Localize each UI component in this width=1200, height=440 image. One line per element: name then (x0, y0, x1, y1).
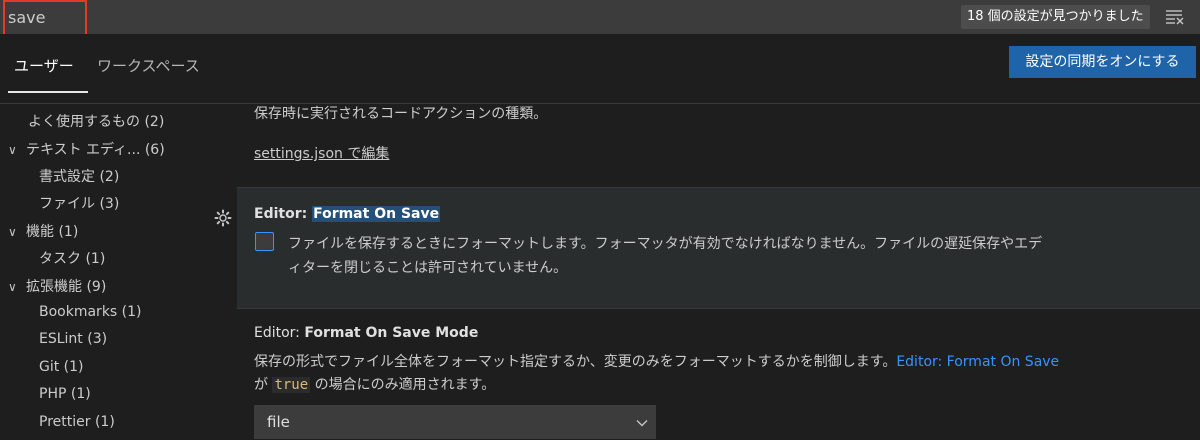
code-literal: true (272, 377, 311, 393)
active-tab-indicator (8, 91, 88, 93)
sidebar-item-label: 書式設定 (2) (39, 169, 120, 185)
sidebar-item-php[interactable]: PHP (1) (39, 386, 91, 402)
chevron-down-icon: ∨ (8, 225, 17, 239)
setting-description-line-1: ファイルを保存するときにフォーマットします。フォーマッタが有効でなければなりませ… (288, 236, 1043, 252)
setting-reference-link[interactable]: Editor: Format On Save (896, 354, 1059, 370)
sidebar-item-git[interactable]: Git (1) (39, 359, 84, 375)
chevron-down-icon: ∨ (8, 143, 17, 157)
settings-sync-button[interactable]: 設定の同期をオンにする (1009, 46, 1196, 78)
sidebar-item-text-editor[interactable]: ∨ テキスト エディ... (6) (8, 139, 165, 159)
chevron-down-icon (635, 415, 649, 429)
description-text: の場合にのみ適用されます。 (314, 377, 496, 393)
sidebar-item-eslint[interactable]: ESLint (3) (39, 331, 107, 347)
previous-setting-description: 保存時に実行されるコードアクションの種類。 (254, 106, 548, 122)
sidebar-item-label: タスク (1) (39, 251, 106, 267)
tab-workspace[interactable]: ワークスペース (97, 55, 200, 76)
setting-name: Format On Save Mode (304, 325, 479, 341)
setting-name-highlighted: Format On Save (312, 206, 441, 222)
sidebar-item-formatting[interactable]: 書式設定 (2) (39, 166, 119, 186)
gear-icon[interactable] (213, 208, 233, 228)
setting-description-line-1: 保存の形式でファイル全体をフォーマット指定するか、変更のみをフォーマットするかを… (254, 351, 1059, 371)
clear-filter-icon[interactable] (1162, 4, 1188, 30)
description-text: 保存の形式でファイル全体をフォーマット指定するか、変更のみをフォーマットするかを… (254, 354, 897, 370)
sidebar-item-label: 機能 (1) (26, 224, 79, 240)
sidebar-item-label: PHP (1) (39, 386, 91, 402)
sidebar-item-label: ファイル (3) (39, 196, 120, 212)
sidebar-item-commonly-used[interactable]: よく使用するもの (2) (28, 111, 164, 131)
tabs-divider (0, 103, 1200, 104)
sidebar-item-files[interactable]: ファイル (3) (39, 193, 119, 213)
sidebar-item-features[interactable]: ∨ 機能 (1) (8, 221, 78, 241)
sidebar-item-label: 拡張機能 (9) (26, 279, 107, 295)
sidebar-item-label: Bookmarks (1) (39, 304, 142, 320)
sidebar-item-label: Prettier (1) (39, 414, 115, 430)
sidebar-item-extensions[interactable]: ∨ 拡張機能 (9) (8, 276, 106, 296)
sidebar-item-label: ESLint (3) (39, 331, 108, 347)
tab-user[interactable]: ユーザー (14, 55, 74, 76)
sidebar-item-label: よく使用するもの (2) (28, 114, 165, 130)
setting-description-line-2: ィターを閉じることは許可されていません。 (288, 260, 568, 276)
description-text: が (254, 377, 268, 393)
edit-in-settings-json-link[interactable]: settings.json で編集 (254, 143, 389, 163)
dropdown-selected-value: file (267, 413, 290, 431)
sidebar-item-bookmarks[interactable]: Bookmarks (1) (39, 304, 142, 320)
sidebar-item-label: Git (1) (39, 359, 84, 375)
setting-description-line-2: が true の場合にのみ適用されます。 (254, 374, 495, 394)
sidebar-item-prettier[interactable]: Prettier (1) (39, 414, 115, 430)
result-count-badge: 18 個の設定が見つかりました (961, 5, 1150, 29)
chevron-down-icon: ∨ (8, 280, 17, 294)
setting-category: Editor: (254, 325, 305, 341)
setting-title: Editor: Format On Save (254, 206, 441, 222)
setting-category: Editor: (254, 206, 313, 222)
sidebar-item-tasks[interactable]: タスク (1) (39, 248, 105, 268)
format-on-save-checkbox[interactable] (255, 232, 274, 251)
setting-title: Editor: Format On Save Mode (254, 325, 478, 341)
format-on-save-mode-dropdown[interactable]: file (254, 405, 656, 439)
search-input[interactable] (0, 0, 908, 34)
sidebar-item-label: テキスト エディ... (6) (26, 142, 165, 158)
